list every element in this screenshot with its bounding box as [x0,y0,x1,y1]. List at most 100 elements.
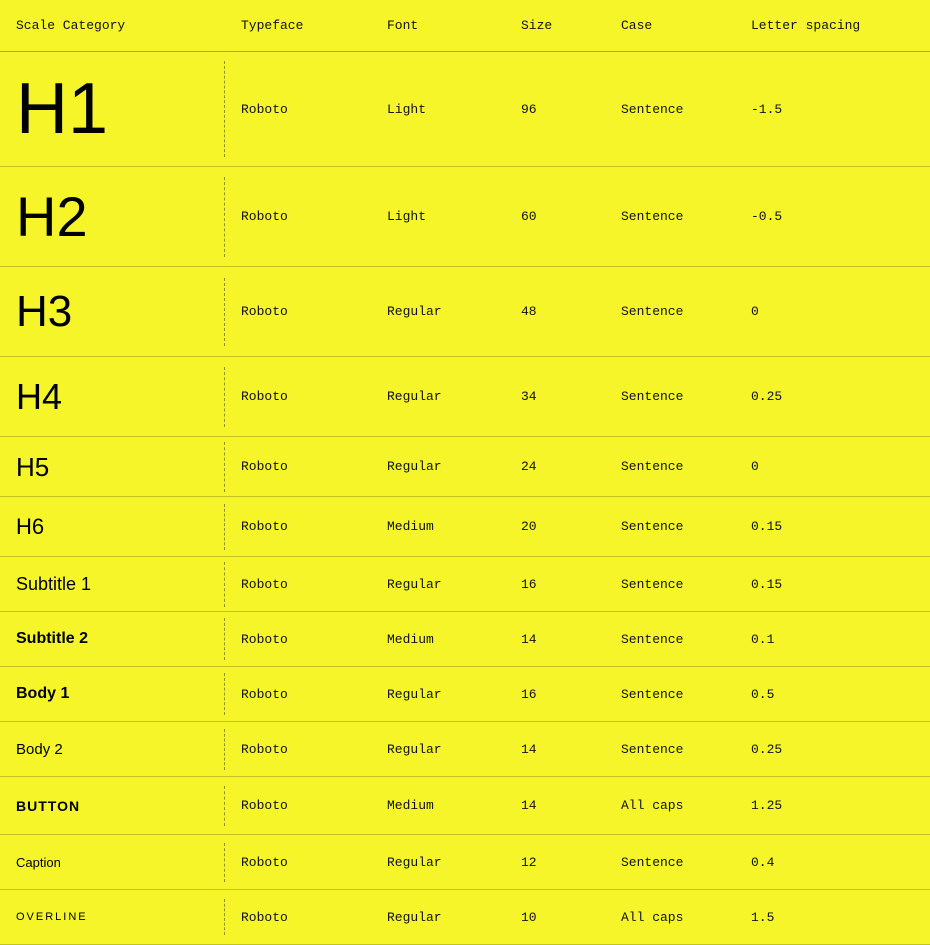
letter-spacing-cell-h3: 0 [735,292,930,331]
letter-spacing-cell-h5: 0 [735,447,930,486]
scale-label-caption: Caption [0,843,225,882]
table-row: Subtitle 2 Roboto Medium 14 Sentence 0.1 [0,612,930,667]
table-row: H1 Roboto Light 96 Sentence -1.5 [0,52,930,167]
scale-label-h2: H2 [0,177,225,257]
font-cell-caption: Regular [371,843,505,882]
table-header: Scale Category Typeface Font Size Case L… [0,0,930,52]
scale-label-h4: H4 [0,367,225,427]
typeface-cell-h6: Roboto [225,507,371,546]
size-cell-subtitle2: 14 [505,620,605,659]
scale-text-h1: H1 [16,73,108,145]
size-cell-h1: 96 [505,90,605,129]
scale-text-overline: OVERLINE [16,911,88,923]
letter-spacing-cell-h1: -1.5 [735,90,930,129]
table-row: Body 1 Roboto Regular 16 Sentence 0.5 [0,667,930,722]
scale-label-h6: H6 [0,504,225,550]
letter-spacing-cell-body1: 0.5 [735,675,930,714]
scale-text-h5: H5 [16,454,49,480]
case-cell-caption: Sentence [605,843,735,882]
letter-spacing-cell-h6: 0.15 [735,507,930,546]
size-cell-h2: 60 [505,197,605,236]
typeface-cell-body1: Roboto [225,675,371,714]
font-cell-button: Medium [371,786,505,825]
case-cell-subtitle2: Sentence [605,620,735,659]
letter-spacing-cell-subtitle2: 0.1 [735,620,930,659]
table-row: H2 Roboto Light 60 Sentence -0.5 [0,167,930,267]
font-cell-subtitle1: Regular [371,565,505,604]
case-cell-h6: Sentence [605,507,735,546]
table-row: H4 Roboto Regular 34 Sentence 0.25 [0,357,930,437]
typeface-cell-overline: Roboto [225,898,371,937]
table-row: H5 Roboto Regular 24 Sentence 0 [0,437,930,497]
font-cell-h4: Regular [371,377,505,416]
scale-label-button: BUTTON [0,786,225,826]
font-cell-h6: Medium [371,507,505,546]
scale-text-button: BUTTON [16,798,80,814]
size-cell-h4: 34 [505,377,605,416]
font-cell-h2: Light [371,197,505,236]
scale-text-body2: Body 2 [16,741,63,758]
scale-text-h4: H4 [16,379,62,415]
typeface-cell-subtitle1: Roboto [225,565,371,604]
case-cell-h1: Sentence [605,90,735,129]
header-size: Size [505,18,605,33]
letter-spacing-cell-body2: 0.25 [735,730,930,769]
typeface-cell-button: Roboto [225,786,371,825]
font-cell-h5: Regular [371,447,505,486]
size-cell-button: 14 [505,786,605,825]
size-cell-body2: 14 [505,730,605,769]
size-cell-h3: 48 [505,292,605,331]
letter-spacing-cell-h2: -0.5 [735,197,930,236]
size-cell-caption: 12 [505,843,605,882]
font-cell-h1: Light [371,90,505,129]
scale-label-subtitle2: Subtitle 2 [0,618,225,660]
case-cell-body2: Sentence [605,730,735,769]
header-case: Case [605,18,735,33]
typeface-cell-body2: Roboto [225,730,371,769]
case-cell-button: All caps [605,786,735,825]
header-typeface: Typeface [225,18,371,33]
letter-spacing-cell-overline: 1.5 [735,898,930,937]
case-cell-h2: Sentence [605,197,735,236]
typeface-cell-h3: Roboto [225,292,371,331]
scale-text-subtitle1: Subtitle 1 [16,574,91,595]
font-cell-body1: Regular [371,675,505,714]
typeface-cell-h2: Roboto [225,197,371,236]
font-cell-overline: Regular [371,898,505,937]
size-cell-h6: 20 [505,507,605,546]
case-cell-h5: Sentence [605,447,735,486]
size-cell-overline: 10 [505,898,605,937]
size-cell-subtitle1: 16 [505,565,605,604]
scale-label-body1: Body 1 [0,673,225,715]
scale-label-overline: OVERLINE [0,899,225,935]
size-cell-body1: 16 [505,675,605,714]
scale-label-h3: H3 [0,278,225,346]
letter-spacing-cell-subtitle1: 0.15 [735,565,930,604]
table-row: H3 Roboto Regular 48 Sentence 0 [0,267,930,357]
case-cell-overline: All caps [605,898,735,937]
font-cell-body2: Regular [371,730,505,769]
table-row: BUTTON Roboto Medium 14 All caps 1.25 [0,777,930,835]
case-cell-h3: Sentence [605,292,735,331]
table-row: OVERLINE Roboto Regular 10 All caps 1.5 [0,890,930,945]
letter-spacing-cell-caption: 0.4 [735,843,930,882]
scale-text-h3: H3 [16,290,72,334]
letter-spacing-cell-h4: 0.25 [735,377,930,416]
case-cell-h4: Sentence [605,377,735,416]
scale-text-caption: Caption [16,855,61,870]
table-body: H1 Roboto Light 96 Sentence -1.5 H2 Robo… [0,52,930,945]
case-cell-subtitle1: Sentence [605,565,735,604]
scale-label-h1: H1 [0,61,225,157]
table-row: Body 2 Roboto Regular 14 Sentence 0.25 [0,722,930,777]
table-row: Caption Roboto Regular 12 Sentence 0.4 [0,835,930,890]
scale-label-h5: H5 [0,442,225,492]
font-cell-h3: Regular [371,292,505,331]
scale-text-h6: H6 [16,516,44,538]
scale-text-body1: Body 1 [16,685,69,703]
scale-label-body2: Body 2 [0,729,225,770]
typeface-cell-subtitle2: Roboto [225,620,371,659]
scale-text-subtitle2: Subtitle 2 [16,630,88,648]
header-font: Font [371,18,505,33]
scale-text-h2: H2 [16,189,88,245]
table-row: H6 Roboto Medium 20 Sentence 0.15 [0,497,930,557]
